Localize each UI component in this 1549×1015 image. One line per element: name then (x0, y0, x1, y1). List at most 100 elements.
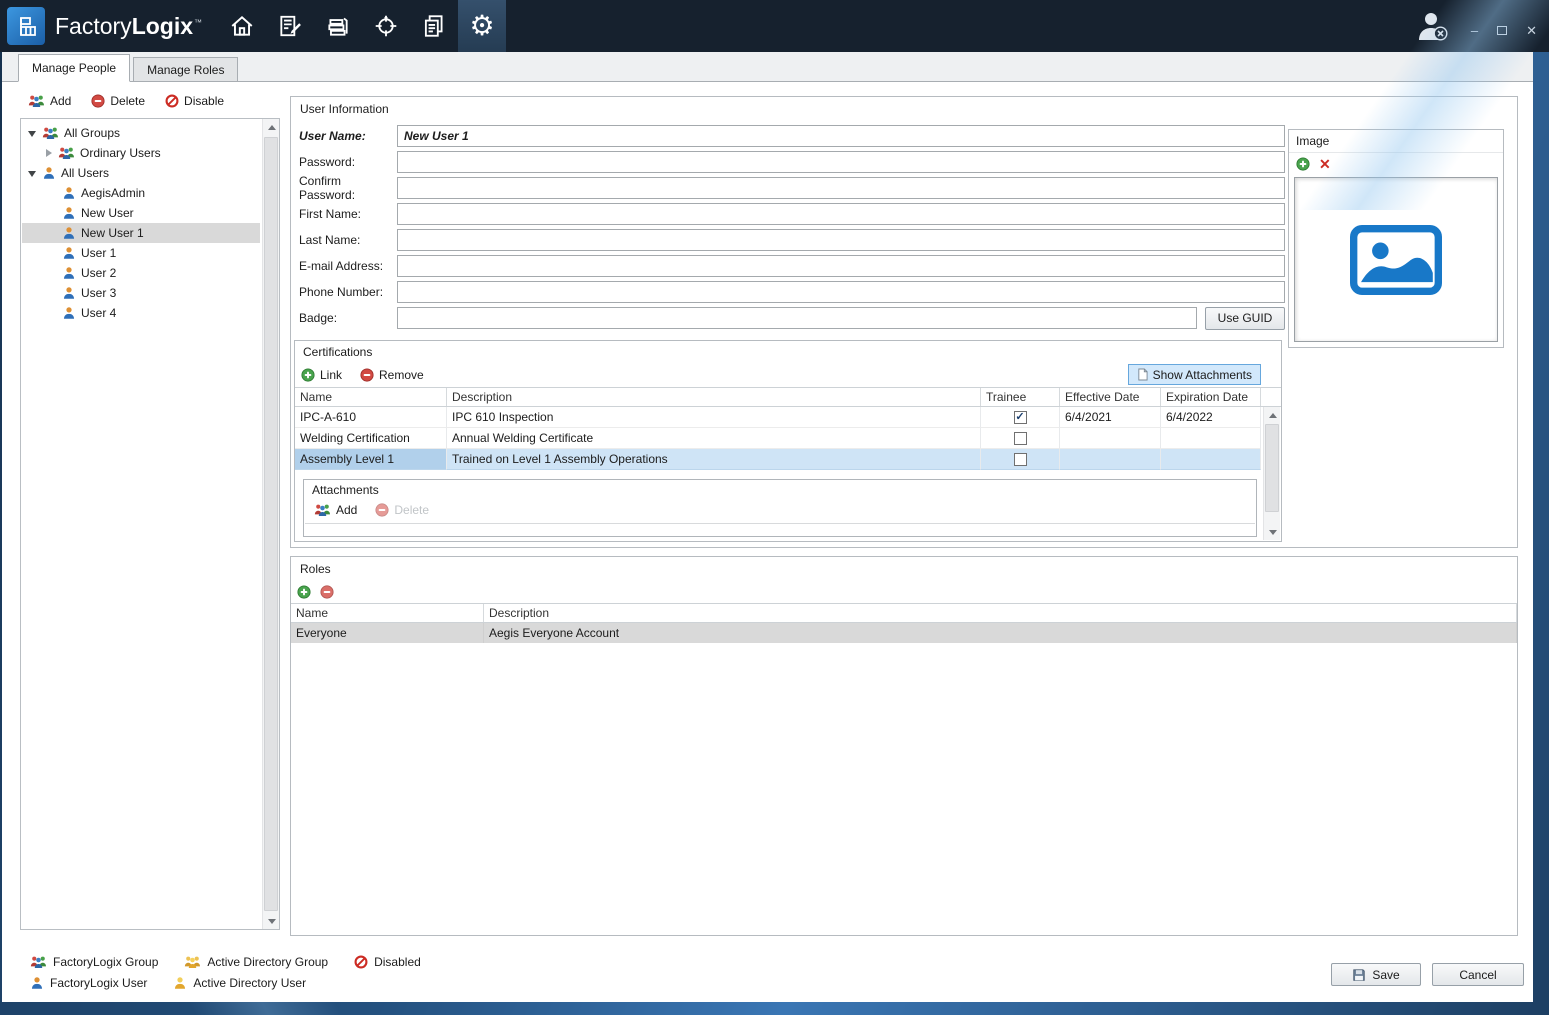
add-image-icon[interactable] (1296, 157, 1310, 171)
phone-label: Phone Number: (299, 285, 397, 299)
cert-row-assembly-level-1[interactable]: Assembly Level 1 Trained on Level 1 Asse… (295, 449, 1281, 470)
last-name-field[interactable] (397, 229, 1285, 251)
first-name-field[interactable] (397, 203, 1285, 225)
disable-user-button[interactable]: Disable (165, 94, 224, 108)
home-nav-icon[interactable] (218, 0, 266, 52)
planning-nav-icon[interactable] (266, 0, 314, 52)
link-label: Link (320, 368, 342, 382)
remove-image-icon[interactable]: ✕ (1319, 157, 1331, 171)
current-user-icon[interactable] (1415, 9, 1449, 43)
trainee-checkbox[interactable] (1014, 432, 1027, 445)
delete-user-button[interactable]: Delete (91, 94, 145, 108)
cert-row-ipc-a-610[interactable]: IPC-A-610 IPC 610 Inspection ✓ 6/4/2021 … (295, 407, 1281, 428)
use-guid-button[interactable]: Use GUID (1205, 307, 1285, 330)
col-description[interactable]: Description (447, 388, 981, 406)
save-button[interactable]: Save (1331, 963, 1421, 986)
user-icon (62, 266, 76, 280)
col-name[interactable]: Name (291, 604, 484, 622)
tree-item-aegisadmin[interactable]: AegisAdmin (22, 183, 260, 203)
scrollbar-thumb[interactable] (264, 137, 278, 911)
materials-nav-icon[interactable] (314, 0, 362, 52)
expander-icon[interactable] (28, 169, 37, 178)
tree-item-label: User 4 (81, 306, 116, 320)
password-field[interactable] (397, 151, 1285, 173)
window-controls: – ✕ (1471, 24, 1537, 37)
close-button[interactable]: ✕ (1526, 24, 1537, 37)
cert-expiration-cell (1161, 449, 1261, 470)
confirm-password-field[interactable] (397, 177, 1285, 199)
link-certification-button[interactable]: Link (301, 368, 342, 382)
tab-manage-people[interactable]: Manage People (18, 54, 130, 82)
scrollbar-thumb[interactable] (1265, 424, 1279, 512)
dispatch-nav-icon[interactable] (362, 0, 410, 52)
scroll-down-icon[interactable] (263, 913, 280, 929)
app-title: FactoryLogix™ (55, 13, 202, 40)
tree-item-all-groups[interactable]: All Groups (22, 123, 260, 143)
cert-name-cell: Welding Certification (295, 428, 447, 449)
panel-title: User Information (291, 97, 1517, 121)
certifications-header: Name Description Trainee Effective Date … (295, 387, 1281, 407)
col-name[interactable]: Name (295, 388, 447, 406)
cancel-label: Cancel (1459, 968, 1496, 982)
col-description[interactable]: Description (484, 604, 1517, 622)
cert-description-cell: Annual Welding Certificate (447, 428, 981, 449)
image-toolbar: ✕ (1289, 153, 1503, 175)
expander-icon[interactable] (28, 129, 37, 138)
reports-nav-icon[interactable] (410, 0, 458, 52)
tree-item-label: User 2 (81, 266, 116, 280)
tree-scrollbar[interactable] (262, 119, 279, 929)
minimize-button[interactable]: – (1471, 24, 1478, 37)
delete-label: Delete (110, 94, 145, 108)
email-field[interactable] (397, 255, 1285, 277)
trainee-checkbox[interactable]: ✓ (1014, 411, 1027, 424)
remove-role-icon[interactable] (320, 585, 334, 599)
tree-item-new-user-1[interactable]: New User 1 (22, 223, 260, 243)
maximize-button[interactable] (1497, 26, 1507, 35)
certifications-scrollbar[interactable] (1263, 407, 1280, 540)
tab-manage-roles[interactable]: Manage Roles (133, 57, 238, 81)
scroll-down-icon[interactable] (1264, 524, 1281, 540)
tree-item-user-2[interactable]: User 2 (22, 263, 260, 283)
disabled-icon (354, 955, 368, 969)
users-tree-panel: All Groups Ordinary Users All Users Aegi… (20, 118, 280, 930)
tree-item-new-user[interactable]: New User (22, 203, 260, 223)
tree-item-ordinary-users[interactable]: Ordinary Users (22, 143, 260, 163)
add-attachment-button[interactable]: Add (314, 503, 357, 517)
add-user-button[interactable]: Add (28, 94, 71, 108)
user-image-placeholder[interactable] (1294, 177, 1498, 342)
role-name-cell: Everyone (291, 623, 484, 643)
col-effective-date[interactable]: Effective Date (1060, 388, 1161, 406)
scroll-up-icon[interactable] (263, 119, 280, 135)
brand-trademark: ™ (194, 18, 202, 27)
tree-item-all-users[interactable]: All Users (22, 163, 260, 183)
trainee-checkbox[interactable] (1014, 453, 1027, 466)
settings-nav-icon[interactable]: ⚙ (458, 0, 506, 52)
add-label: Add (336, 503, 357, 517)
col-expiration-date[interactable]: Expiration Date (1161, 388, 1261, 406)
delete-attachment-button[interactable]: Delete (375, 503, 429, 517)
scroll-up-icon[interactable] (1264, 407, 1281, 423)
user-name-field[interactable] (397, 125, 1285, 147)
user-icon (62, 226, 76, 240)
add-group-icon (314, 503, 331, 517)
col-trainee[interactable]: Trainee (981, 388, 1060, 406)
gear-icon: ⚙ (469, 12, 494, 40)
add-group-icon (28, 94, 45, 108)
cert-expiration-cell (1161, 428, 1261, 449)
phone-field[interactable] (397, 281, 1285, 303)
expander-icon[interactable] (44, 149, 53, 158)
badge-field[interactable] (397, 307, 1197, 329)
manage-people-content: Add Delete Disable All Groups (2, 82, 1533, 1002)
legend-active-directory-user: Active Directory User (173, 976, 306, 990)
cert-row-welding[interactable]: Welding Certification Annual Welding Cer… (295, 428, 1281, 449)
cancel-button[interactable]: Cancel (1432, 963, 1524, 986)
tree-item-user-1[interactable]: User 1 (22, 243, 260, 263)
add-role-icon[interactable] (297, 585, 311, 599)
tree-item-user-3[interactable]: User 3 (22, 283, 260, 303)
attachment-icon (1137, 368, 1148, 381)
legend-label: FactoryLogix Group (53, 955, 158, 969)
show-attachments-button[interactable]: Show Attachments (1128, 364, 1261, 385)
remove-certification-button[interactable]: Remove (360, 368, 424, 382)
role-row-everyone[interactable]: Everyone Aegis Everyone Account (291, 623, 1517, 643)
tree-item-user-4[interactable]: User 4 (22, 303, 260, 323)
